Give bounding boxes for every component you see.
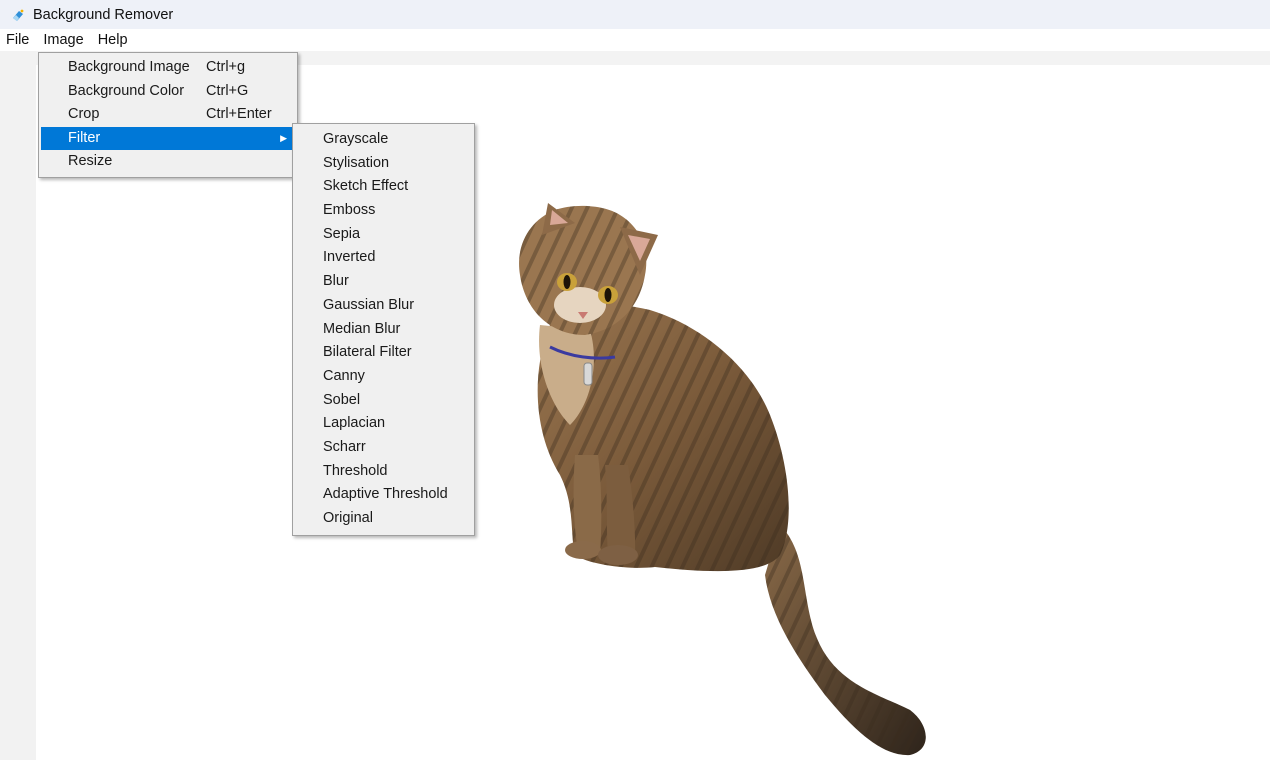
menu-item-shortcut: Ctrl+Enter xyxy=(206,106,272,123)
menu-item-filter[interactable]: Filter ▶ xyxy=(41,126,295,151)
menu-item-shortcut: Ctrl+G xyxy=(206,82,249,99)
menu-item-label: Resize xyxy=(68,153,113,170)
filter-item-sketch-effect[interactable]: Sketch Effect xyxy=(295,175,472,199)
filter-item-adaptive-threshold[interactable]: Adaptive Threshold xyxy=(295,483,472,507)
filter-item-inverted[interactable]: Inverted xyxy=(295,246,472,270)
app-window: Background Remover File Image Help Backg… xyxy=(0,0,1270,760)
image-menu-dropdown: Background Image Ctrl+g Background Color… xyxy=(38,52,298,178)
menu-help[interactable]: Help xyxy=(92,29,136,51)
filter-item-sepia[interactable]: Sepia xyxy=(295,223,472,247)
menu-bar: File Image Help xyxy=(0,29,1270,51)
left-panel xyxy=(0,51,36,760)
eraser-icon xyxy=(9,6,27,24)
menu-item-background-image[interactable]: Background Image Ctrl+g xyxy=(41,56,295,80)
filter-item-original[interactable]: Original xyxy=(295,507,472,531)
menu-item-label: Background Image xyxy=(68,59,190,75)
menu-item-shortcut: Ctrl+g xyxy=(206,59,246,75)
window-title: Background Remover xyxy=(33,6,174,23)
filter-submenu: Grayscale Stylisation Sketch Effect Embo… xyxy=(292,123,475,536)
submenu-arrow-icon: ▶ xyxy=(280,132,287,143)
filter-item-bilateral-filter[interactable]: Bilateral Filter xyxy=(295,341,472,365)
title-bar: Background Remover xyxy=(0,0,1270,29)
filter-item-scharr[interactable]: Scharr xyxy=(295,436,472,460)
menu-item-label: Crop xyxy=(68,106,100,123)
filter-item-threshold[interactable]: Threshold xyxy=(295,460,472,484)
filter-item-canny[interactable]: Canny xyxy=(295,365,472,389)
filter-item-gaussian-blur[interactable]: Gaussian Blur xyxy=(295,294,472,318)
menu-item-background-color[interactable]: Background Color Ctrl+G xyxy=(41,80,295,104)
filter-item-sobel[interactable]: Sobel xyxy=(295,389,472,413)
filter-item-blur[interactable]: Blur xyxy=(295,270,472,294)
filter-item-stylisation[interactable]: Stylisation xyxy=(295,152,472,176)
menu-file[interactable]: File xyxy=(0,29,37,51)
filter-item-laplacian[interactable]: Laplacian xyxy=(295,412,472,436)
filter-item-emboss[interactable]: Emboss xyxy=(295,199,472,223)
filter-item-grayscale[interactable]: Grayscale xyxy=(295,128,472,152)
cat-image xyxy=(519,203,926,756)
menu-item-resize[interactable]: Resize xyxy=(41,150,295,174)
menu-item-label: Background Color xyxy=(68,82,185,99)
filter-item-median-blur[interactable]: Median Blur xyxy=(295,318,472,342)
menu-image[interactable]: Image xyxy=(37,29,92,51)
menu-item-crop[interactable]: Crop Ctrl+Enter xyxy=(41,103,295,127)
menu-item-label: Filter xyxy=(68,129,101,146)
